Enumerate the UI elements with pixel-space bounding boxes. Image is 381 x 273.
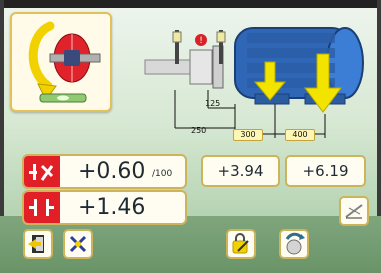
- vertical-angle-row: +0.60 /100: [22, 154, 187, 189]
- offset-icon: [24, 192, 60, 223]
- exit-button[interactable]: [23, 229, 53, 259]
- sensor-rotation-icon: [28, 21, 101, 103]
- exit-door-icon: [28, 235, 44, 253]
- rotate-circle-icon: [285, 232, 305, 255]
- dimension-250: 250: [191, 126, 207, 135]
- vertical-offset-row: +1.46: [22, 190, 187, 225]
- alignment-screen: ! 125 250 300 400 +0.60 /100 +1.46 +3.94…: [0, 0, 381, 273]
- dimension-400: 400: [285, 129, 315, 141]
- vertical-offset-value: +1.46: [78, 195, 146, 220]
- crossed-wrench-icon: [69, 235, 87, 253]
- graph-view-button[interactable]: [339, 196, 369, 226]
- sensor-level-panel[interactable]: [10, 12, 112, 112]
- lock-edit-button[interactable]: [226, 229, 256, 259]
- dimension-125: 125: [205, 99, 221, 108]
- machine-diagram: ! 125 250 300 400: [135, 8, 375, 148]
- machine-drawing: !: [144, 27, 364, 138]
- lock-pencil-icon: [232, 233, 249, 254]
- trend-line-icon: [345, 204, 363, 219]
- svg-text:!: !: [199, 36, 203, 46]
- vertical-angle-value: +0.60: [78, 159, 146, 184]
- front-foot-value: +3.94: [201, 155, 280, 187]
- rotate-button[interactable]: [279, 229, 309, 259]
- angle-icon: [24, 156, 60, 187]
- cross-tools-button[interactable]: [63, 229, 93, 259]
- top-bar: [0, 0, 381, 8]
- dimension-300: 300: [233, 129, 263, 141]
- vertical-angle-unit: /100: [152, 169, 173, 179]
- back-foot-value: +6.19: [285, 155, 366, 187]
